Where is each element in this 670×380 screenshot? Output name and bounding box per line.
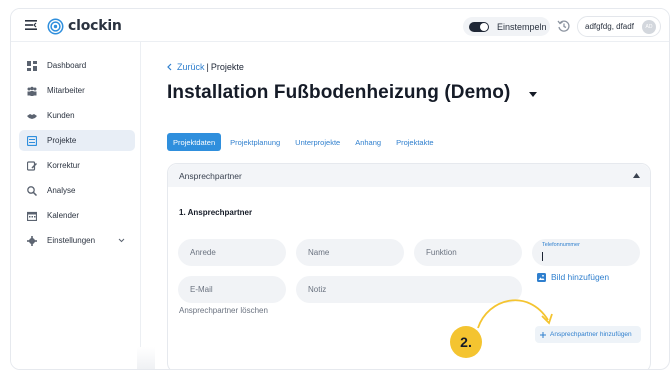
correction-icon [27, 160, 37, 171]
sidebar-item-mitarbeiter[interactable]: Mitarbeiter [19, 80, 135, 101]
text-cursor [542, 252, 543, 261]
breadcrumb: Zurück | Projekte [167, 62, 244, 72]
name-placeholder: Name [308, 248, 330, 257]
logo[interactable]: clockin [47, 16, 122, 36]
anrede-placeholder: Anrede [190, 248, 216, 257]
clock-in-toggle[interactable]: Einstempeln [463, 17, 550, 36]
top-bar: clockin Einstempeln adfgfdg, dfadf AD [11, 9, 669, 42]
sidebar-item-einstellungen[interactable]: Einstellungen [19, 230, 135, 251]
user-name: adfgfdg, dfadf [585, 22, 634, 31]
contact-panel-header[interactable]: Ansprechpartner [168, 164, 650, 187]
sidebar-item-label: Dashboard [47, 61, 87, 70]
add-image-button[interactable]: Bild hinzufügen [537, 272, 609, 282]
sidebar-item-kalender[interactable]: Kalender [19, 205, 135, 226]
sidebar-item-korrektur[interactable]: Korrektur [19, 155, 135, 176]
employees-icon [27, 86, 37, 96]
breadcrumb-separator: | [206, 62, 209, 72]
sidebar-item-dashboard[interactable]: Dashboard [19, 55, 135, 76]
sidebar-item-label: Kalender [47, 211, 80, 220]
analysis-icon [27, 185, 37, 196]
calendar-icon [27, 211, 37, 221]
sidebar-item-analyse[interactable]: Analyse [19, 180, 135, 201]
tab-projektakte[interactable]: Projektakte [390, 133, 440, 151]
customers-icon [27, 113, 37, 119]
breadcrumb-current: Projekte [210, 62, 244, 72]
sidebar-item-label: Einstellungen [47, 236, 96, 245]
funktion-placeholder: Funktion [426, 248, 457, 257]
history-icon[interactable] [557, 19, 571, 33]
section-title: 1. Ansprechpartner [179, 208, 253, 217]
app-window: clockin Einstempeln adfgfdg, dfadf AD Da… [10, 8, 670, 370]
step-badge: 2. [450, 326, 482, 358]
chevron-left-icon[interactable] [167, 63, 172, 71]
add-contact-label: Ansprechpartner hinzufügen [550, 331, 632, 338]
caret-down-icon[interactable] [529, 92, 537, 98]
sidebar: Dashboard Mitarbeiter Kunden Projekte Ko… [11, 42, 155, 369]
logo-text: clockin [68, 18, 122, 34]
annotation-arrow [477, 299, 553, 329]
add-image-label: Bild hinzufügen [551, 272, 610, 282]
settings-icon [27, 235, 37, 246]
telefon-label: Telefonnummer [542, 242, 580, 248]
chevron-down-icon[interactable] [118, 237, 125, 243]
tab-unterprojekte[interactable]: Unterprojekte [289, 133, 346, 151]
email-field[interactable]: E-Mail [178, 276, 286, 303]
sidebar-item-label: Mitarbeiter [47, 86, 85, 95]
sidebar-item-label: Kunden [47, 111, 75, 120]
anrede-field[interactable]: Anrede [178, 239, 286, 266]
sidebar-item-label: Analyse [47, 186, 76, 195]
avatar: AD [642, 20, 656, 34]
tab-anhang[interactable]: Anhang [349, 133, 387, 151]
back-link[interactable]: Zurück [177, 62, 205, 72]
main-content: Zurück | Projekte Installation Fußbodenh… [141, 42, 669, 369]
projects-icon [27, 135, 37, 146]
sidebar-item-projekte[interactable]: Projekte [19, 130, 135, 151]
caret-up-icon[interactable] [633, 173, 640, 178]
tab-projektplanung[interactable]: Projektplanung [224, 133, 286, 151]
notiz-placeholder: Notiz [308, 285, 327, 294]
toggle-knob [480, 22, 488, 31]
menu-collapse-icon[interactable] [25, 20, 37, 30]
clock-in-label: Einstempeln [497, 21, 547, 32]
clockin-logo-icon [47, 18, 64, 34]
toggle-switch[interactable] [469, 21, 489, 32]
project-tabs: Projektdaten Projektplanung Unterprojekt… [167, 133, 443, 151]
sidebar-item-label: Korrektur [47, 161, 80, 170]
sidebar-item-kunden[interactable]: Kunden [19, 105, 135, 126]
name-field[interactable]: Name [296, 239, 404, 266]
telefon-field[interactable]: Telefonnummer [532, 239, 640, 266]
email-placeholder: E-Mail [190, 285, 213, 294]
contact-panel-title: Ansprechpartner [179, 170, 242, 181]
dashboard-icon [27, 60, 37, 71]
funktion-field[interactable]: Funktion [414, 239, 522, 266]
contact-panel: Ansprechpartner 1. Ansprechpartner Anred… [167, 163, 651, 369]
tab-projektdaten[interactable]: Projektdaten [167, 133, 222, 151]
user-menu[interactable]: adfgfdg, dfadf AD [577, 16, 661, 37]
sidebar-item-label: Projekte [47, 136, 77, 145]
page-title: Installation Fußbodenheizung (Demo) [167, 82, 511, 103]
delete-contact-link[interactable]: Ansprechpartner löschen [179, 306, 268, 315]
image-icon [537, 272, 546, 282]
